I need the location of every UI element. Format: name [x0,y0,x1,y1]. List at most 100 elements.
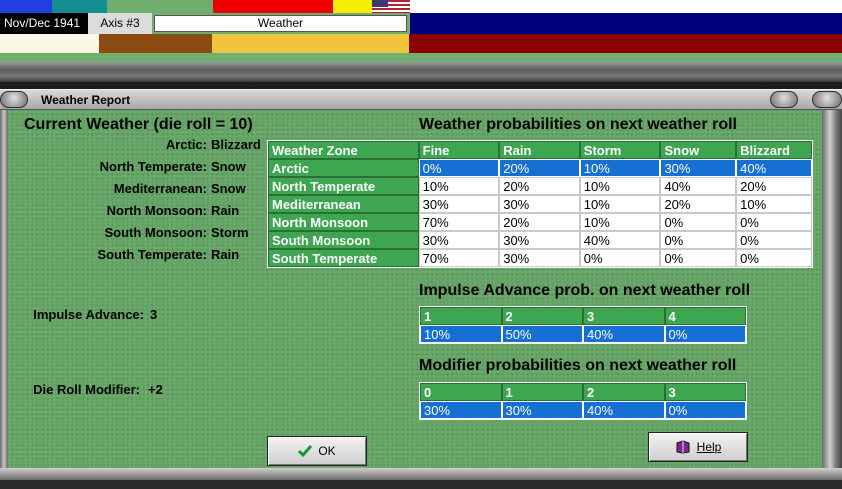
close-icon[interactable] [812,91,842,108]
zone-label: Mediterranean: [113,181,207,196]
zone-label: North Temperate: [99,159,207,174]
nation-color-block [409,34,842,53]
window-frame [822,110,842,489]
table-cell: 0% [736,249,812,267]
impulse-advance-row: Impulse Advance: 3 [8,307,368,323]
nation-color-block [99,34,212,53]
column-header: 3 [664,383,746,401]
nation-color-block [0,34,99,53]
zone-label: Arctic: [165,137,207,152]
table-cell: 30% [499,195,580,213]
table-cell: 10% [418,177,500,195]
table-cell: 40% [583,401,665,419]
help-book-icon [676,440,690,454]
table-cell: 20% [499,213,580,231]
minimize-icon[interactable] [770,91,798,108]
table-cell: 20% [736,177,812,195]
table-cell: 0% [664,401,746,419]
table-header-row: 1 2 3 4 [420,307,746,325]
weather-table-heading: Weather probabilities on next weather ro… [419,116,737,133]
table-row[interactable]: North Monsoon 70% 20% 10% 0% 0% [268,213,812,231]
table-row[interactable]: 30% 30% 40% 0% [420,401,746,419]
impulse-advance-label: Impulse Advance: [33,307,144,322]
table-cell: 40% [583,325,665,343]
weather-probability-table: Weather Zone Fine Rain Storm Snow Blizza… [267,140,813,268]
table-cell: 70% [418,213,500,231]
weather-report-window: Weather Report Current Weather (die roll… [0,89,842,489]
table-cell: 30% [418,195,500,213]
ok-button-label: OK [318,444,336,458]
die-roll-modifier-row: Die Roll Modifier: +2 [8,382,368,398]
column-header: 3 [583,307,665,325]
column-header: 0 [420,383,502,401]
zone-value: Blizzard [211,137,261,152]
table-cell: 40% [579,231,661,249]
nation-color-block [107,0,213,13]
help-button[interactable]: Help [648,432,748,462]
table-cell: 20% [499,177,580,195]
weather-panel: Current Weather (die roll = 10) Arctic: … [8,110,822,468]
table-row[interactable]: Mediterranean 30% 30% 10% 20% 10% [268,195,812,213]
table-cell: 0% [660,213,737,231]
nation-color-block [212,34,409,53]
zone-value: Rain [211,247,240,262]
table-cell: 0% [736,213,812,231]
table-cell: 30% [499,231,580,249]
row-header: Arctic [268,159,419,177]
impulse-advance-value: 3 [150,307,158,322]
ok-button[interactable]: OK [267,436,367,466]
table-row[interactable]: South Monsoon 30% 30% 40% 0% 0% [268,231,812,249]
zone-value: Snow [211,159,246,174]
table-cell: 70% [418,249,500,267]
nation-color-block [410,13,842,34]
window-frame [0,110,8,489]
table-cell: 30% [499,249,580,267]
table-header-row: Weather Zone Fine Rain Storm Snow Blizza… [268,141,812,159]
modifier-table-heading: Modifier probabilities on next weather r… [419,357,737,374]
table-cell: 40% [660,177,737,195]
nation-color-block [52,0,107,13]
table-row[interactable]: South Temperate 70% 30% 0% 0% 0% [268,249,812,267]
column-header: 2 [501,307,584,325]
table-cell: 30% [660,159,737,177]
window-title: Weather Report [41,93,131,107]
zone-value: Rain [211,203,240,218]
table-cell: 10% [579,159,661,177]
table-cell: 0% [660,231,737,249]
column-header: Rain [499,141,580,159]
table-header-row: 0 1 2 3 [420,383,746,401]
impulse-table-heading: Impulse Advance prob. on next weather ro… [419,282,751,299]
row-header: South Monsoon [268,231,419,249]
zone-label: South Monsoon: [104,225,207,240]
column-header: 4 [664,307,746,325]
table-cell: 20% [660,195,737,213]
checkmark-icon [298,445,313,457]
current-weather-heading: Current Weather (die roll = 10) [24,116,253,133]
us-flag-icon [372,0,410,13]
table-cell: 50% [501,325,584,343]
table-row[interactable]: North Temperate 10% 20% 10% 40% 20% [268,177,812,195]
zone-value: Snow [211,181,246,196]
die-roll-modifier-value: +2 [148,382,163,397]
column-header: Snow [660,141,737,159]
row-header: North Monsoon [268,213,419,231]
modifier-probability-table: 0 1 2 3 30% 30% 40% 0% [419,382,747,420]
table-row[interactable]: Arctic 0% 20% 10% 30% 40% [268,159,812,177]
nation-color-block [410,0,842,13]
table-cell: 10% [579,213,661,231]
zone-value: Storm [211,225,249,240]
divider-bar [0,62,842,82]
tab-weather[interactable]: Weather [154,15,407,32]
title-bar[interactable]: Weather Report [0,89,842,110]
row-header: North Temperate [268,177,419,195]
table-cell: 0% [579,249,661,267]
zone-label: South Temperate: [97,247,207,262]
table-cell: 10% [420,325,502,343]
help-button-label: Help [696,440,722,454]
column-header: Weather Zone [268,141,419,159]
table-cell: 40% [736,159,812,177]
die-roll-modifier-label: Die Roll Modifier: [33,382,140,397]
column-header: 1 [501,383,584,401]
window-menu-icon[interactable] [0,91,28,108]
table-row[interactable]: 10% 50% 40% 0% [420,325,746,343]
